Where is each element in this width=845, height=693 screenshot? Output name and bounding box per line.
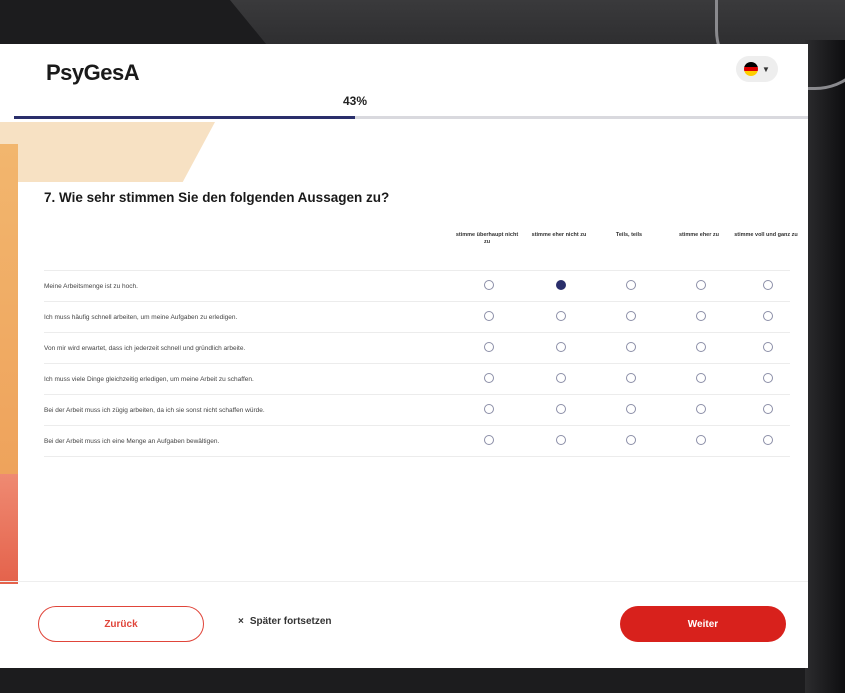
language-selector[interactable]: ▼ <box>736 56 778 82</box>
table-row: Ich muss viele Dinge gleichzeitig erledi… <box>44 363 790 394</box>
radio-option[interactable] <box>484 373 494 383</box>
german-flag-icon <box>744 62 759 76</box>
radio-option[interactable] <box>626 404 636 414</box>
radio-option[interactable] <box>626 311 636 321</box>
app-logo: PsyGesA <box>46 60 140 85</box>
progress-label: 43% <box>343 94 368 108</box>
radio-option[interactable] <box>556 373 566 383</box>
table-row: Meine Arbeitsmenge ist zu hoch. <box>44 270 790 301</box>
column-header: stimme eher nicht zu <box>531 232 587 238</box>
radio-option[interactable] <box>484 435 494 445</box>
decorative-shape <box>0 474 18 584</box>
radio-option[interactable] <box>626 342 636 352</box>
radio-option[interactable] <box>763 435 773 445</box>
later-label: Später fortsetzen <box>249 616 332 627</box>
table-row: Bei der Arbeit muss ich eine Menge an Au… <box>44 425 790 456</box>
statement-label: Bei der Arbeit muss ich zügig arbeiten, … <box>44 406 265 414</box>
radio-option[interactable] <box>484 311 494 321</box>
progress-bar <box>14 116 808 119</box>
statement-label: Meine Arbeitsmenge ist zu hoch. <box>44 282 138 290</box>
decorative-shape <box>0 144 18 504</box>
statement-label: Von mir wird erwartet, dass ich jederzei… <box>44 344 246 352</box>
column-header: stimme eher zu <box>678 232 720 238</box>
column-header: Teils, teils <box>615 232 643 238</box>
column-header: stimme voll und ganz zu <box>734 232 798 238</box>
back-button[interactable]: Zurück <box>38 606 204 642</box>
radio-option[interactable] <box>626 280 636 290</box>
radio-option[interactable] <box>763 373 773 383</box>
radio-option[interactable] <box>696 342 706 352</box>
column-header: stimme überhaupt nicht zu <box>455 232 519 245</box>
radio-option[interactable] <box>556 435 566 445</box>
radio-option[interactable] <box>763 311 773 321</box>
statement-label: Bei der Arbeit muss ich eine Menge an Au… <box>44 437 220 445</box>
radio-option[interactable] <box>556 404 566 414</box>
table-row: Von mir wird erwartet, dass ich jederzei… <box>44 332 790 363</box>
progress-bar-fill <box>14 116 356 119</box>
radio-option[interactable] <box>484 280 494 290</box>
footer-divider <box>0 581 808 582</box>
chevron-down-icon: ▼ <box>762 64 770 74</box>
table-divider <box>44 456 790 457</box>
radio-option[interactable] <box>763 280 773 290</box>
radio-option[interactable] <box>696 280 706 290</box>
radio-option[interactable] <box>556 342 566 352</box>
radio-option[interactable] <box>626 435 636 445</box>
radio-option[interactable] <box>556 311 566 321</box>
radio-option[interactable] <box>484 404 494 414</box>
radio-option[interactable] <box>556 280 566 290</box>
radio-option[interactable] <box>696 435 706 445</box>
radio-option[interactable] <box>696 311 706 321</box>
table-row: Ich muss häufig schnell arbeiten, um mei… <box>44 301 790 332</box>
table-row: Bei der Arbeit muss ich zügig arbeiten, … <box>44 394 790 425</box>
app-screen: PsyGesA ▼ 43% 7. Wie sehr stimmen Sie de… <box>0 44 808 668</box>
decorative-shape <box>0 122 215 182</box>
question-title: 7. Wie sehr stimmen Sie den folgenden Au… <box>44 190 390 205</box>
save-and-continue-later-link[interactable]: × Später fortsetzen <box>238 616 332 627</box>
radio-option[interactable] <box>484 342 494 352</box>
statement-label: Ich muss viele Dinge gleichzeitig erledi… <box>44 375 254 383</box>
radio-option[interactable] <box>763 342 773 352</box>
device-bezel-right <box>805 40 845 693</box>
statement-label: Ich muss häufig schnell arbeiten, um mei… <box>44 313 238 321</box>
close-icon: × <box>238 616 244 627</box>
radio-option[interactable] <box>626 373 636 383</box>
radio-option[interactable] <box>763 404 773 414</box>
radio-option[interactable] <box>696 373 706 383</box>
next-button[interactable]: Weiter <box>620 606 786 642</box>
radio-option[interactable] <box>696 404 706 414</box>
